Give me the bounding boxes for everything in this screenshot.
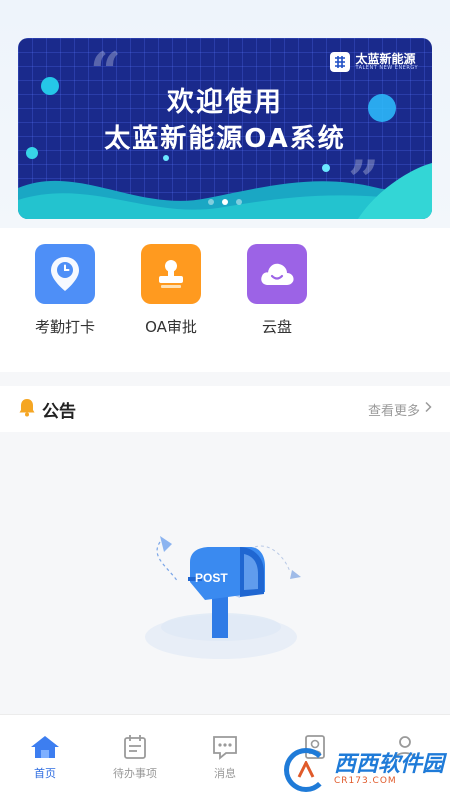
- welcome-banner[interactable]: “ ” 太蓝新能源 TALENT NEW ENERGY 欢迎使用 太蓝新能源OA…: [18, 38, 432, 219]
- bell-icon: [18, 397, 36, 421]
- banner-title-line1: 欢迎使用: [167, 87, 283, 118]
- location-pin-clock-icon: [35, 244, 95, 304]
- carousel-dot-active[interactable]: [222, 199, 228, 205]
- chevron-right-icon: [424, 401, 432, 417]
- quick-action-oa-approval[interactable]: OA审批: [130, 244, 212, 337]
- notice-empty-state: POST: [0, 432, 450, 714]
- view-more-link[interactable]: 查看更多: [368, 400, 432, 419]
- brand-logo-subtext: TALENT NEW ENERGY: [355, 65, 418, 71]
- notice-title: 公告: [42, 401, 76, 422]
- tab-messages[interactable]: 消息: [180, 715, 270, 800]
- quick-action-label: 云盘: [261, 318, 292, 336]
- brand-logo-text: 太蓝新能源: [355, 52, 416, 66]
- brand-logo: 太蓝新能源 TALENT NEW ENERGY: [330, 52, 418, 72]
- brand-logo-icon: [330, 52, 351, 72]
- watermark-logo-icon: [283, 748, 328, 792]
- chat-bubble-icon: [180, 733, 270, 761]
- tab-label: 消息: [214, 767, 236, 780]
- watermark-text: 西西软件园: [333, 752, 444, 777]
- cloud-icon: [247, 244, 307, 304]
- carousel-indicator: [18, 199, 432, 205]
- carousel-dot[interactable]: [208, 199, 214, 205]
- banner-title-line2: 太蓝新能源OA系统: [104, 124, 346, 154]
- notice-section-header: 公告 查看更多: [0, 386, 450, 432]
- view-more-label: 查看更多: [367, 403, 420, 419]
- quick-action-cloud-disk[interactable]: 云盘: [236, 244, 318, 337]
- stamp-icon: [141, 244, 201, 304]
- quick-action-attendance[interactable]: 考勤打卡: [24, 244, 106, 337]
- tab-todo[interactable]: 待办事项: [90, 715, 180, 800]
- site-watermark: 西西软件园 CR173.COM: [283, 748, 444, 792]
- quick-action-label: 考勤打卡: [34, 318, 95, 336]
- home-icon: [0, 733, 90, 761]
- mailbox-post-label: POST: [195, 571, 228, 585]
- carousel-dot[interactable]: [236, 199, 242, 205]
- tab-home[interactable]: 首页: [0, 715, 90, 800]
- calendar-list-icon: [90, 733, 180, 761]
- tab-label: 首页: [34, 767, 56, 780]
- quick-action-label: OA审批: [145, 318, 197, 336]
- empty-mailbox-illustration: POST: [145, 536, 301, 659]
- quick-actions-panel: 考勤打卡 OA审批 云盘: [0, 228, 450, 372]
- watermark-subtext: CR173.COM: [333, 776, 397, 786]
- tab-label: 待办事项: [113, 767, 157, 780]
